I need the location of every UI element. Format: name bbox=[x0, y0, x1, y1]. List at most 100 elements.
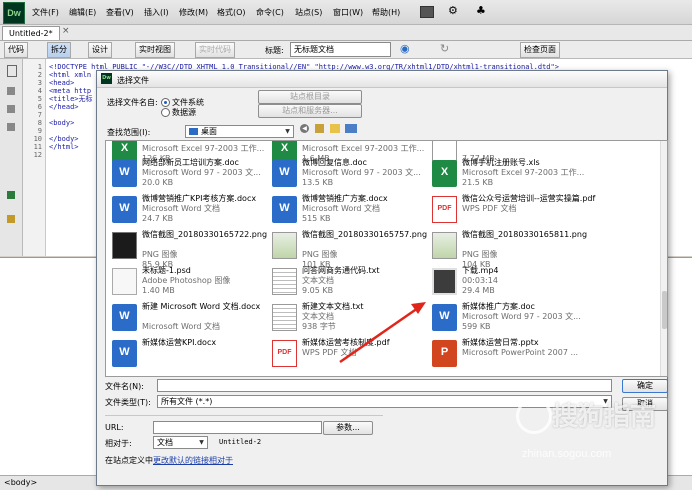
file-list[interactable]: Microsoft Excel 97-2003 工作...126 KBMicro… bbox=[105, 140, 668, 377]
file-item[interactable]: 微博手机注册账号.xlsMicrosoft Excel 97-2003 工作..… bbox=[432, 158, 592, 190]
ppt-file-icon bbox=[432, 340, 457, 367]
file-type: Microsoft Excel 97-2003 工作... bbox=[142, 144, 265, 153]
line-number: 1 bbox=[37, 63, 42, 71]
refresh-icon[interactable]: ↻ bbox=[440, 42, 449, 55]
format-source-icon[interactable] bbox=[7, 215, 15, 223]
code-view-button[interactable]: 代码 bbox=[4, 42, 28, 58]
file-name: 下载.mp4 bbox=[462, 266, 499, 275]
dialog-app-icon: Dw bbox=[101, 73, 112, 84]
menu-site[interactable]: 站点(S) bbox=[295, 7, 322, 18]
ok-button[interactable]: 确定 bbox=[622, 379, 668, 393]
desktop-icon bbox=[189, 128, 198, 135]
file-item[interactable]: 下载.mp4 00:03:14 29.4 MB bbox=[432, 266, 592, 298]
file-item[interactable]: 微信公众号运营培训--运营实操篇.pdfWPS PDF 文档 bbox=[432, 194, 595, 226]
dreamweaver-logo: Dw bbox=[3, 2, 25, 24]
file-item[interactable]: 微信截图_20180330165811.png PNG 图像 104 KB bbox=[432, 230, 592, 269]
file-name: 微博回复信息.doc bbox=[302, 158, 367, 167]
line-number: 3 bbox=[37, 79, 42, 87]
live-view-button[interactable]: 实时视图 bbox=[135, 42, 175, 58]
lookin-dropdown[interactable]: 桌面 ▼ bbox=[185, 125, 294, 138]
menu-edit[interactable]: 编辑(E) bbox=[69, 7, 96, 18]
live-code-button[interactable]: 实时代码 bbox=[195, 42, 235, 58]
datasource-label[interactable]: 数据源 bbox=[172, 107, 196, 118]
file-item[interactable]: 微博营销推广方案.docxMicrosoft Word 文档515 KB bbox=[272, 194, 432, 226]
layout-icon[interactable] bbox=[420, 6, 434, 18]
split-view-button[interactable]: 拆分 bbox=[47, 42, 71, 58]
parameters-button[interactable]: 参数... bbox=[323, 421, 373, 435]
file-name: 新媒体运营KPI.docx bbox=[142, 338, 217, 347]
file-item[interactable]: 网络部新员工培训方案.docMicrosoft Word 97 - 2003 文… bbox=[112, 158, 272, 190]
footer-prefix: 在站点定义中 bbox=[105, 456, 153, 465]
file-name: 微博营销推广KPI考核方案.docx bbox=[142, 194, 257, 203]
select-name-from-label: 选择文件名自: bbox=[107, 98, 158, 107]
collapse-selection-icon[interactable] bbox=[7, 105, 15, 113]
file-item[interactable]: 新媒体运营考核制度.pdfWPS PDF 文档 bbox=[272, 338, 432, 370]
file-item[interactable]: 未标题-1.psd Adobe Photoshop 图像 1.40 MB bbox=[112, 266, 272, 298]
line-number: 7 bbox=[37, 111, 42, 119]
menu-window[interactable]: 窗口(W) bbox=[333, 7, 363, 18]
open-documents-icon[interactable] bbox=[7, 65, 17, 77]
menu-view[interactable]: 查看(V) bbox=[106, 7, 134, 18]
expand-all-icon[interactable] bbox=[7, 123, 15, 131]
menu-modify[interactable]: 修改(M) bbox=[179, 7, 208, 18]
file-item[interactable]: 新建 Microsoft Word 文档.docx Microsoft Word … bbox=[112, 302, 272, 334]
menu-insert[interactable]: 插入(I) bbox=[144, 7, 169, 18]
view-menu-icon[interactable] bbox=[345, 124, 357, 133]
url-input[interactable] bbox=[153, 421, 322, 434]
menu-help[interactable]: 帮助(H) bbox=[372, 7, 400, 18]
file-name: 问答网商务通代码.txt bbox=[302, 266, 380, 275]
file-item[interactable]: 新建文本文档.txt 文本文档 938 字节 bbox=[272, 302, 432, 334]
file-item[interactable]: 微博回复信息.docMicrosoft Word 97 - 2003 文...1… bbox=[272, 158, 432, 190]
dialog-title: 选择文件 bbox=[117, 76, 149, 85]
site-root-button[interactable]: 站点根目录 bbox=[258, 90, 362, 104]
page-title-input[interactable]: 无标题文档 bbox=[290, 42, 391, 57]
dialog-titlebar[interactable]: Dw 选择文件 bbox=[97, 71, 667, 88]
code-tools-gutter bbox=[0, 59, 23, 256]
site-tree-icon[interactable]: ♣ bbox=[476, 4, 486, 17]
filesystem-radio[interactable] bbox=[161, 98, 170, 107]
chevron-down-icon: ▼ bbox=[285, 128, 290, 135]
datasource-radio[interactable] bbox=[161, 108, 170, 117]
file-item[interactable]: 微信截图_20180330165722.png PNG 图像 85.9 KB bbox=[112, 230, 272, 269]
file-item[interactable]: 新媒体运营KPI.docx bbox=[112, 338, 272, 370]
file-item[interactable]: 微信截图_20180330165757.png PNG 图像 101 KB bbox=[272, 230, 432, 269]
gear-icon[interactable]: ⚙ bbox=[448, 4, 458, 17]
sogou-watermark-logo bbox=[516, 398, 552, 434]
file-item[interactable]: 微博营销推广KPI考核方案.docxMicrosoft Word 文档24.7 … bbox=[112, 194, 272, 226]
collapse-tag-icon[interactable] bbox=[7, 87, 15, 95]
relative-to-value: 文档 bbox=[157, 438, 173, 447]
file-item[interactable]: 新媒体运营日常.pptxMicrosoft PowerPoint 2007 ..… bbox=[432, 338, 592, 370]
file-type: Microsoft Excel 97-2003 工作... bbox=[302, 144, 425, 153]
word-file-icon bbox=[432, 304, 457, 331]
close-tab-icon[interactable]: × bbox=[62, 26, 70, 36]
tab-untitled-2[interactable]: Untitled-2* bbox=[2, 26, 60, 40]
filename-input[interactable] bbox=[157, 379, 612, 392]
up-folder-icon[interactable] bbox=[315, 124, 324, 133]
change-default-link[interactable]: 更改默认的链接相对于 bbox=[153, 456, 233, 465]
line-number: 2 bbox=[37, 71, 42, 79]
file-item[interactable]: 新媒体推广方案.docMicrosoft Word 97 - 2003 文...… bbox=[432, 302, 592, 334]
design-view-button[interactable]: 设计 bbox=[88, 42, 112, 58]
menu-format[interactable]: 格式(O) bbox=[217, 7, 246, 18]
file-type: 00:03:14 bbox=[462, 276, 498, 285]
line-numbers: 1 2 3 4 5 6 7 8 9 10 11 12 bbox=[23, 59, 46, 256]
site-server-button[interactable]: 站点和服务器... bbox=[258, 104, 362, 118]
file-type: Microsoft Word 文档 bbox=[302, 204, 381, 213]
check-page-button[interactable]: 检查页面 bbox=[520, 42, 560, 58]
menu-command[interactable]: 命令(C) bbox=[256, 7, 284, 18]
back-icon[interactable]: ◀ bbox=[300, 124, 309, 133]
file-item[interactable]: 问答网商务通代码.txt 文本文档 9.05 KB bbox=[272, 266, 432, 298]
png-green-file-icon bbox=[432, 232, 457, 259]
file-name: 新媒体推广方案.doc bbox=[462, 302, 535, 311]
menu-file[interactable]: 文件(F) bbox=[32, 7, 59, 18]
file-name: 新媒体运营日常.pptx bbox=[462, 338, 539, 347]
new-folder-icon[interactable] bbox=[330, 124, 340, 133]
file-list-scrollbar[interactable] bbox=[660, 141, 667, 376]
file-type: 文本文档 bbox=[302, 312, 334, 321]
relative-to-dropdown[interactable]: 文档 ▼ bbox=[153, 436, 208, 449]
scrollbar-thumb[interactable] bbox=[662, 291, 667, 329]
file-type: Microsoft Word 文档 bbox=[142, 204, 221, 213]
wrap-tag-icon[interactable] bbox=[7, 191, 15, 199]
globe-icon[interactable]: ◉ bbox=[400, 42, 410, 55]
line-number: 11 bbox=[33, 143, 42, 151]
